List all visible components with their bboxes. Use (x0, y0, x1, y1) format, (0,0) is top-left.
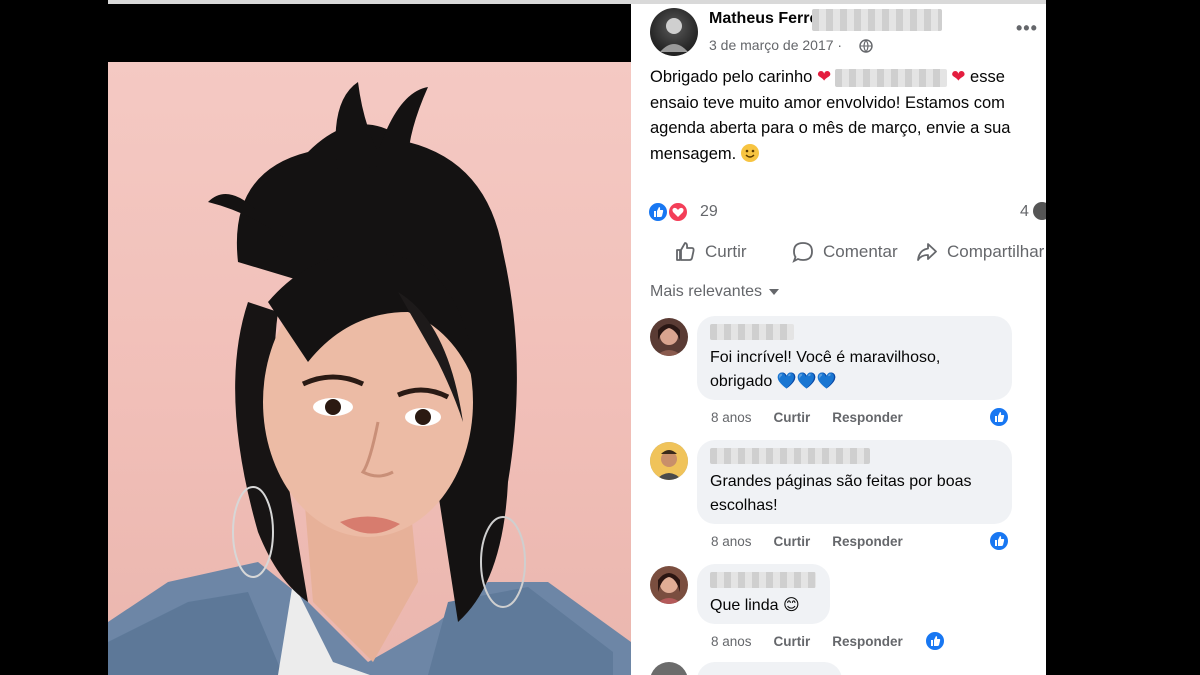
like-icon (647, 201, 669, 223)
like-icon (988, 406, 1010, 428)
reaction-summary[interactable]: 29 4 (647, 199, 1046, 223)
post-text-part1: Obrigado pelo carinho (650, 68, 813, 86)
comment-age[interactable]: 8 anos (711, 634, 752, 649)
comment-meta: 8 anos Curtir Responder (711, 534, 903, 549)
like-button[interactable]: Curtir (673, 240, 747, 264)
commenter-avatar[interactable] (650, 566, 688, 604)
post-photo[interactable] (108, 62, 631, 675)
portrait-illustration (108, 82, 631, 675)
comment-bubble: Grandes páginas são feitas por boas esco… (697, 440, 1012, 524)
post-date[interactable]: 3 de março de 2017 · (709, 37, 842, 53)
heart-emoji: ❤ (951, 67, 966, 86)
comment-bubble: Foi incrível! Você é maravilhoso, obriga… (697, 316, 1012, 400)
comment-meta: 8 anos Curtir Responder (711, 634, 903, 649)
like-icon (924, 630, 946, 652)
like-icon (988, 530, 1010, 552)
comment-bubble (697, 662, 842, 675)
commenter-avatar[interactable] (650, 662, 688, 675)
comment-meta: 8 anos Curtir Responder (711, 410, 903, 425)
comment-reply-button[interactable]: Responder (832, 534, 903, 549)
more-icon[interactable]: ••• (1016, 19, 1038, 37)
comment-like-button[interactable]: Curtir (774, 410, 811, 425)
share-label: Compartilhar (947, 242, 1045, 261)
comment-reply-button[interactable]: Responder (832, 410, 903, 425)
avatar-illustration (660, 18, 688, 52)
like-icon (676, 242, 695, 261)
comment-count[interactable]: 4 (1020, 203, 1029, 221)
author-avatar[interactable] (650, 8, 698, 56)
comment-sort[interactable]: Mais relevantes (650, 283, 780, 301)
comment-text: Grandes páginas são feitas por boas esco… (710, 473, 972, 514)
love-icon (667, 201, 689, 223)
comment-text: Foi incrível! Você é maravilhoso, obriga… (710, 349, 941, 390)
commenter-avatar[interactable] (650, 318, 688, 356)
comment-label: Comentar (823, 242, 898, 261)
post-text: Obrigado pelo carinho ❤ ❤ esse ensaio tev… (650, 64, 1046, 167)
share-icon (917, 243, 937, 261)
commenter-avatar (1033, 202, 1046, 220)
post-panel: Matheus Ferrero 3 de março de 2017 · •••… (631, 0, 1046, 675)
comment-like-button[interactable]: Curtir (774, 634, 811, 649)
comment-bubble: Que linda 😊 (697, 564, 830, 624)
action-bar: Curtir Comentar Compartilhar (631, 234, 1046, 270)
comment-age[interactable]: 8 anos (711, 534, 752, 549)
commenter-avatar[interactable] (650, 442, 688, 480)
globe-icon (859, 39, 873, 53)
redacted-commenter-name (710, 324, 794, 340)
heart-emoji: ❤ (816, 67, 832, 86)
redacted-mention (835, 68, 948, 87)
share-button[interactable]: Compartilhar (915, 240, 1044, 264)
top-border (631, 0, 1046, 4)
chevron-down-icon (769, 289, 780, 295)
sort-label: Mais relevantes (650, 283, 763, 300)
redacted-commenter-name (710, 448, 870, 464)
photo-panel (108, 0, 631, 675)
comment-icon (792, 242, 813, 263)
comment-age[interactable]: 8 anos (711, 410, 752, 425)
top-border (108, 0, 631, 4)
comment-reply-button[interactable]: Responder (832, 634, 903, 649)
redacted-surname (812, 9, 942, 31)
comment-like-button[interactable]: Curtir (774, 534, 811, 549)
comment-button[interactable]: Comentar (791, 240, 898, 264)
redacted-commenter-name (710, 572, 816, 588)
like-label: Curtir (705, 242, 747, 261)
reaction-count: 29 (700, 203, 718, 220)
smile-emoji (740, 143, 759, 162)
comment-text: Que linda 😊 (710, 597, 800, 614)
